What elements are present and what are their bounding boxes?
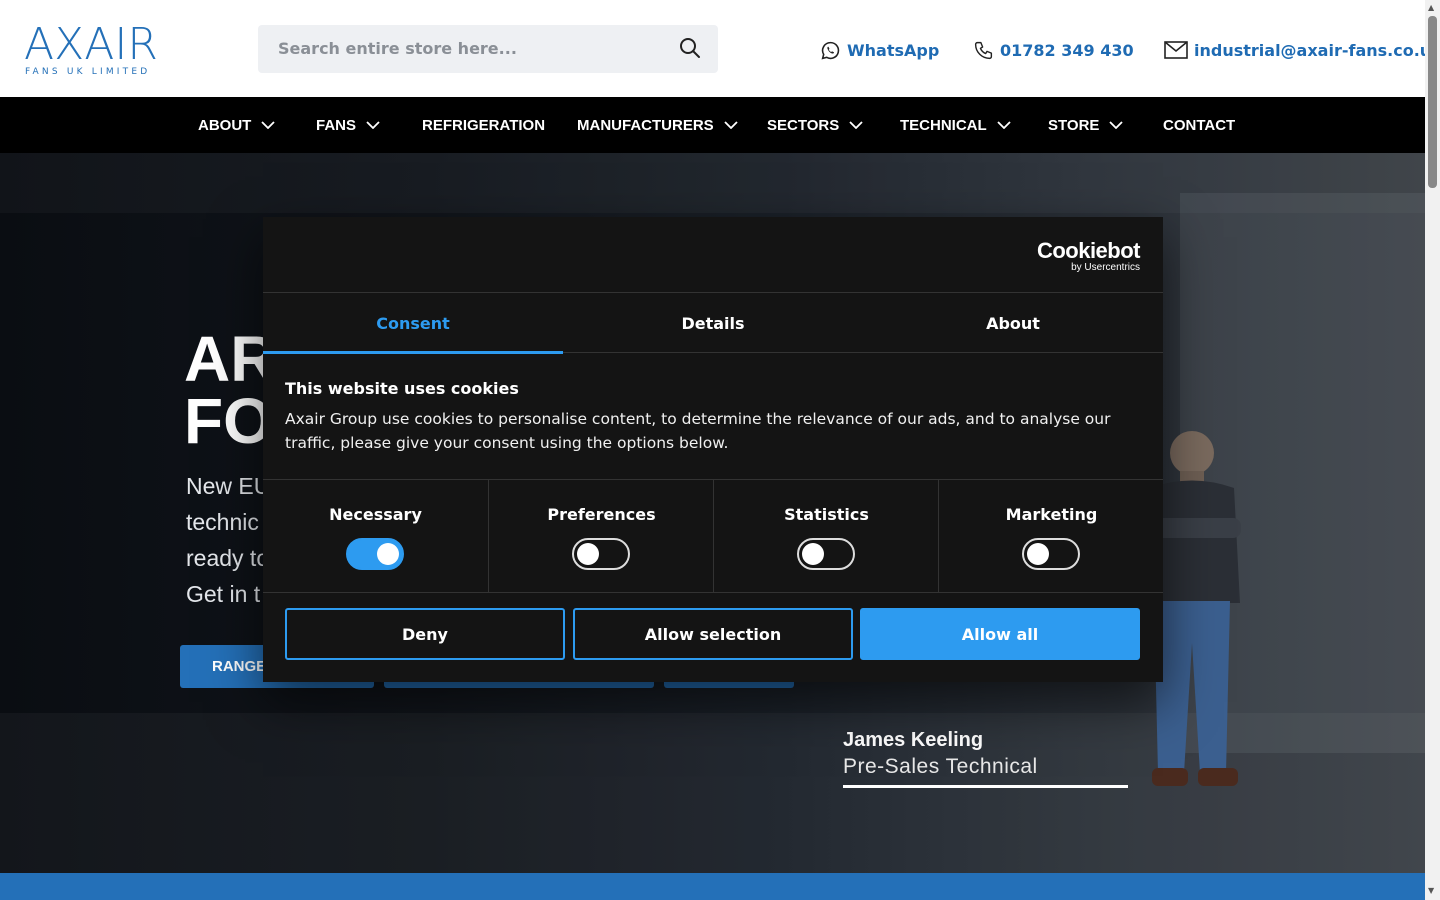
toggle-knob bbox=[1027, 543, 1049, 565]
tab-consent[interactable]: Consent bbox=[263, 293, 563, 354]
toggle-knob bbox=[802, 543, 824, 565]
nav-item-manufacturers[interactable]: MANUFACTURERS bbox=[577, 97, 738, 153]
whatsapp-link[interactable]: WhatsApp bbox=[820, 38, 939, 62]
chevron-down-icon bbox=[1109, 121, 1124, 129]
phone-icon bbox=[974, 41, 993, 59]
hero-text-line: ready to bbox=[186, 545, 270, 571]
toggle-label: Statistics bbox=[784, 505, 869, 524]
nav-item-technical[interactable]: TECHNICAL bbox=[900, 97, 1011, 153]
nav-label: CONTACT bbox=[1163, 116, 1236, 134]
allow-all-label: Allow all bbox=[961, 624, 1039, 644]
nav-item-about[interactable]: ABOUT bbox=[198, 97, 275, 153]
tab-label: About bbox=[986, 313, 1040, 333]
dialog-title: This website uses cookies bbox=[285, 379, 519, 398]
toggle-label: Necessary bbox=[329, 505, 422, 524]
nav-item-refrigeration[interactable]: REFRIGERATION bbox=[422, 97, 545, 153]
statistics-toggle[interactable] bbox=[797, 538, 855, 570]
cookiebot-logo: Cookiebot by Usercentrics bbox=[1036, 238, 1141, 273]
dialog-description: Axair Group use cookies to personalise c… bbox=[285, 410, 1111, 452]
scrollbar-thumb[interactable] bbox=[1428, 16, 1437, 188]
cookiebot-byline: by Usercentrics bbox=[1071, 262, 1140, 273]
blue-section-strip bbox=[0, 873, 1425, 900]
nav-label: STORE bbox=[1048, 116, 1100, 134]
chevron-down-icon bbox=[849, 121, 863, 129]
nav-label: MANUFACTURERS bbox=[577, 116, 714, 134]
nav-item-contact[interactable]: CONTACT bbox=[1163, 97, 1235, 153]
hero-text-line: technic bbox=[186, 509, 259, 535]
nav-label: TECHNICAL bbox=[900, 116, 987, 134]
logo-tagline: FANS UK LIMITED bbox=[25, 67, 151, 77]
nav-item-sectors[interactable]: SECTORS bbox=[767, 97, 863, 153]
toggle-group-statistics: Statistics bbox=[713, 480, 938, 593]
toggle-group-necessary: Necessary bbox=[263, 480, 488, 593]
tab-about[interactable]: About bbox=[863, 293, 1163, 353]
toggle-knob bbox=[577, 543, 599, 565]
chevron-down-icon bbox=[724, 121, 738, 129]
toggle-group-marketing: Marketing bbox=[938, 480, 1163, 593]
phone-link[interactable]: 01782 349 430 bbox=[973, 38, 1134, 62]
chevron-down-icon bbox=[997, 121, 1011, 129]
nav-label: SECTORS bbox=[767, 116, 840, 134]
preferences-toggle[interactable] bbox=[572, 538, 630, 570]
toggle-group-preferences: Preferences bbox=[488, 480, 713, 593]
hero-description: New EU technic ready to Get in t bbox=[186, 468, 270, 612]
hero-text-line: New EU bbox=[186, 473, 271, 499]
toggle-knob bbox=[377, 543, 399, 565]
hero-text-line: Get in t bbox=[186, 581, 261, 607]
cookie-category-toggles: Necessary Preferences Statistics Marketi… bbox=[263, 479, 1163, 593]
axair-logo[interactable]: AXAIR FANS UK LIMITED bbox=[24, 17, 158, 79]
chevron-down-icon bbox=[261, 121, 275, 129]
email-link[interactable]: industrial@axair-fans.co.uk bbox=[1164, 38, 1440, 62]
search-icon[interactable] bbox=[678, 36, 702, 60]
range-button-label: RANGE bbox=[212, 658, 267, 675]
nav-item-store[interactable]: STORE bbox=[1048, 97, 1124, 153]
tab-label: Consent bbox=[376, 313, 450, 333]
site-header: AXAIR FANS UK LIMITED Search entire stor… bbox=[0, 0, 1440, 97]
toggle-label: Marketing bbox=[1005, 505, 1098, 524]
nav-label: ABOUT bbox=[198, 116, 252, 134]
staff-underline bbox=[843, 785, 1128, 788]
staff-name: James Keeling bbox=[843, 729, 984, 751]
main-navigation: ABOUT FANS REFRIGERATION MANUFACTURERS S… bbox=[0, 97, 1425, 153]
allow-selection-button[interactable]: Allow selection bbox=[573, 608, 853, 660]
scroll-up-icon[interactable]: ▲ bbox=[1428, 3, 1434, 12]
necessary-toggle[interactable] bbox=[346, 538, 404, 570]
staff-role: Pre-Sales Technical bbox=[843, 755, 1038, 778]
email-address: industrial@axair-fans.co.uk bbox=[1194, 40, 1440, 60]
scroll-down-icon[interactable]: ▼ bbox=[1428, 886, 1434, 895]
search-placeholder: Search entire store here... bbox=[278, 39, 517, 58]
whatsapp-icon bbox=[821, 41, 840, 59]
tab-details[interactable]: Details bbox=[563, 293, 863, 353]
search-input[interactable]: Search entire store here... bbox=[258, 25, 718, 73]
cookie-consent-dialog: Cookiebot by Usercentrics Consent Detail… bbox=[263, 217, 1163, 682]
nav-item-fans[interactable]: FANS bbox=[316, 97, 380, 153]
chevron-down-icon bbox=[366, 121, 380, 129]
nav-label: REFRIGERATION bbox=[422, 116, 546, 134]
allow-selection-label: Allow selection bbox=[644, 624, 782, 644]
allow-all-button[interactable]: Allow all bbox=[860, 608, 1140, 660]
marketing-toggle[interactable] bbox=[1022, 538, 1080, 570]
logo-wordmark: AXAIR bbox=[24, 19, 158, 70]
tab-label: Details bbox=[681, 313, 745, 333]
cookiebot-wordmark: Cookiebot bbox=[1036, 238, 1141, 263]
whatsapp-label: WhatsApp bbox=[847, 40, 940, 60]
active-tab-indicator bbox=[263, 351, 563, 354]
consent-tabs: Consent Details About bbox=[263, 292, 1163, 354]
deny-button[interactable]: Deny bbox=[285, 608, 565, 660]
phone-number: 01782 349 430 bbox=[1000, 40, 1134, 60]
nav-label: FANS bbox=[316, 116, 357, 134]
mail-icon bbox=[1164, 41, 1188, 59]
deny-button-label: Deny bbox=[402, 624, 448, 644]
toggle-label: Preferences bbox=[547, 505, 656, 524]
